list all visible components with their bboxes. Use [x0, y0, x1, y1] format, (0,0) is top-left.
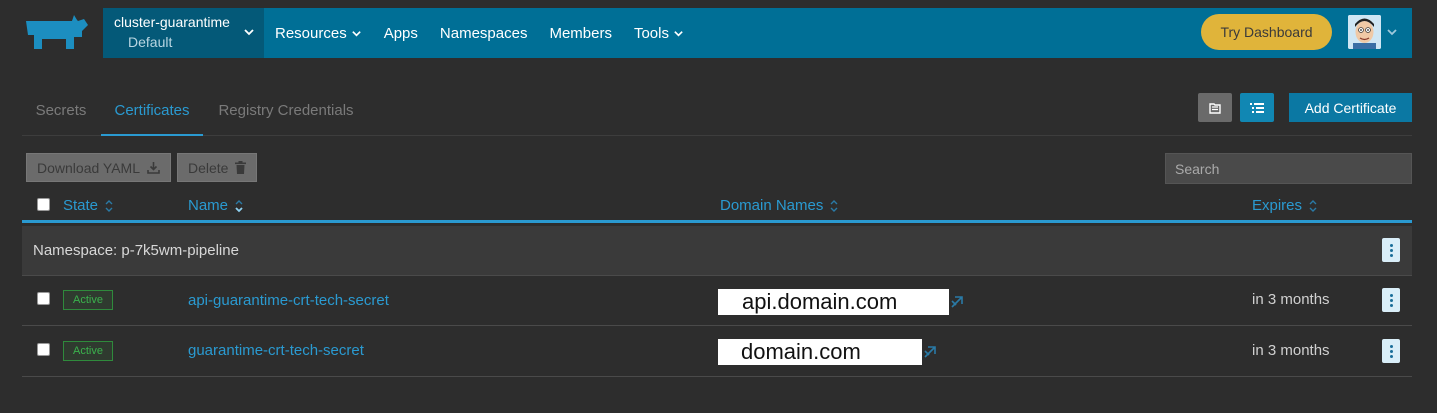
- nav-apps-label: Apps: [383, 24, 418, 42]
- namespace-group-row: Namespace: p-7k5wm-pipeline: [22, 226, 1412, 276]
- top-navigation-bar: cluster-guarantime Default Resources App…: [103, 8, 1412, 58]
- column-header-name[interactable]: Name: [188, 197, 244, 214]
- folder-icon: [1209, 102, 1221, 114]
- status-badge: Active: [63, 290, 113, 310]
- list-view-button[interactable]: [1240, 93, 1274, 122]
- column-state-label: State: [63, 197, 99, 214]
- tab-certificates[interactable]: Certificates: [101, 86, 203, 136]
- column-header-state[interactable]: State: [63, 197, 114, 214]
- row-checkbox[interactable]: [37, 292, 50, 305]
- sort-down-icon: [235, 199, 243, 212]
- tab-registry-credentials[interactable]: Registry Credentials: [208, 86, 364, 135]
- column-name-label: Name: [188, 197, 229, 214]
- list-icon: [1250, 102, 1264, 113]
- sort-icon: [105, 199, 113, 212]
- external-link-icon[interactable]: [923, 345, 937, 359]
- sort-icon: [830, 199, 838, 212]
- cluster-project-switcher[interactable]: cluster-guarantime Default: [103, 8, 264, 58]
- certificate-name-link[interactable]: api-guarantime-crt-tech-secret: [188, 292, 389, 309]
- nav-namespaces[interactable]: Namespaces: [440, 25, 528, 42]
- chevron-down-icon: [351, 30, 361, 37]
- rancher-logo-icon: [26, 15, 88, 49]
- sort-icon: [1309, 199, 1317, 212]
- domain-name-value: api.domain.com: [718, 289, 949, 315]
- group-by-namespace-button[interactable]: [1198, 93, 1232, 122]
- nav-resources-label: Resources: [275, 24, 347, 42]
- expires-value: in 3 months: [1252, 342, 1330, 359]
- nav-members[interactable]: Members: [549, 25, 612, 42]
- group-actions-menu-button[interactable]: [1382, 238, 1400, 262]
- external-link-icon[interactable]: [950, 295, 964, 309]
- expires-value: in 3 months: [1252, 291, 1330, 308]
- table-row: Active guarantime-crt-tech-secret domain…: [22, 327, 1412, 377]
- chevron-down-icon[interactable]: [1386, 26, 1398, 38]
- nav-tools[interactable]: Tools: [634, 25, 684, 42]
- download-yaml-label: Download YAML: [37, 159, 140, 176]
- status-badge: Active: [63, 341, 113, 361]
- download-icon: [147, 162, 160, 174]
- nav-apps[interactable]: Apps: [384, 25, 418, 42]
- nav-members-label: Members: [549, 24, 612, 42]
- search-input[interactable]: [1165, 153, 1412, 184]
- tab-secrets[interactable]: Secrets: [22, 86, 100, 135]
- column-expires-label: Expires: [1252, 197, 1303, 214]
- user-avatar-icon: [1348, 15, 1381, 49]
- cluster-name: cluster-guarantime: [114, 14, 230, 30]
- nav-resources[interactable]: Resources: [275, 25, 362, 42]
- nav-namespaces-label: Namespaces: [439, 24, 528, 42]
- column-header-domain-names[interactable]: Domain Names: [720, 197, 839, 214]
- delete-button[interactable]: Delete: [177, 153, 258, 182]
- delete-label: Delete: [188, 159, 229, 176]
- user-avatar[interactable]: [1348, 15, 1381, 49]
- chevron-down-icon: [674, 30, 683, 37]
- trash-icon: [235, 161, 247, 174]
- row-checkbox[interactable]: [37, 343, 50, 356]
- row-actions-menu-button[interactable]: [1382, 288, 1400, 312]
- add-certificate-button[interactable]: Add Certificate: [1289, 93, 1412, 122]
- nav-tools-label: Tools: [633, 24, 669, 42]
- certificate-name-link[interactable]: guarantime-crt-tech-secret: [188, 342, 364, 359]
- select-all-checkbox[interactable]: [37, 198, 50, 211]
- table-row: Active api-guarantime-crt-tech-secret ap…: [22, 276, 1412, 326]
- table-header: State Name Domain Names Expires: [22, 193, 1412, 223]
- download-yaml-button[interactable]: Download YAML: [26, 153, 171, 182]
- column-domains-label: Domain Names: [720, 197, 824, 214]
- domain-name-value: domain.com: [718, 339, 922, 365]
- main-nav: Resources Apps Namespaces Members Tools: [275, 8, 706, 58]
- row-actions-menu-button[interactable]: [1382, 339, 1400, 363]
- column-header-expires[interactable]: Expires: [1252, 197, 1318, 214]
- chevron-down-icon: [244, 29, 254, 36]
- try-dashboard-button[interactable]: Try Dashboard: [1201, 14, 1332, 50]
- namespace-group-label: Namespace: p-7k5wm-pipeline: [33, 242, 239, 259]
